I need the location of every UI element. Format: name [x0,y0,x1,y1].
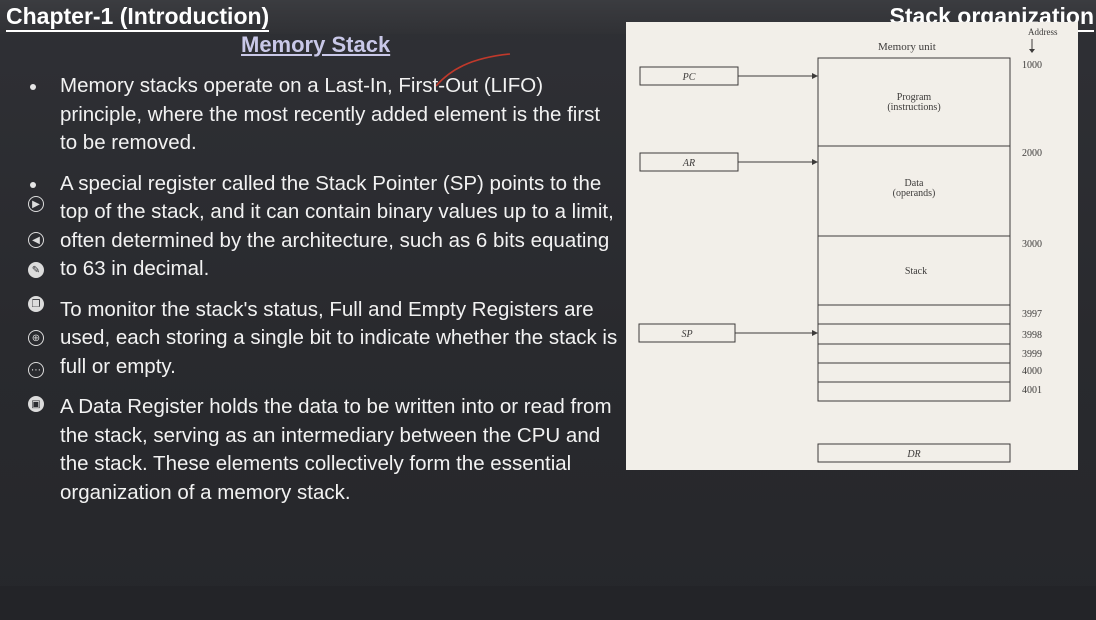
address-2000: 2000 [1022,148,1042,159]
bullet-item-data-register: A Data Register holds the data to be wri… [22,393,622,507]
bullet-text: To monitor the stack's status, Full and … [60,297,618,378]
ar-register-label: AR [682,158,695,169]
ar-arrowhead-icon [812,159,818,165]
memory-unit-label: Memory unit [878,41,936,53]
bullet-text: Memory stacks operate on a Last-In, Firs… [60,74,601,154]
address-1000: 1000 [1022,60,1042,71]
chapter-title: Chapter-1 (Introduction) [6,2,270,32]
pc-register-label: PC [682,72,696,83]
gallery-icon[interactable]: ▣ [28,396,44,412]
zoom-icon[interactable]: ⊕ [28,330,44,346]
dr-register-label: DR [906,449,920,460]
memory-layout-svg: Memory unit Address Program (instruction… [638,27,1058,463]
more-options-icon[interactable]: ⋯ [28,362,44,378]
address-3998: 3998 [1022,330,1042,341]
address-3000: 3000 [1022,239,1042,250]
bullet-text: A Data Register holds the data to be wri… [60,395,612,504]
address-4001: 4001 [1022,385,1042,396]
presentation-slide: Chapter-1 (Introduction) Stack organizat… [0,0,1096,620]
back-icon[interactable]: ◀ [28,232,44,248]
bullet-item-full-empty: To monitor the stack's status, Full and … [22,296,622,382]
address-arrowhead-icon [1029,49,1035,53]
sp-register-label: SP [681,329,692,340]
bullet-list: Memory stacks operate on a Last-In, Firs… [22,72,622,519]
bullet-dot-icon [30,84,36,90]
pc-arrowhead-icon [812,73,818,79]
bullet-item-lifo: Memory stacks operate on a Last-In, Firs… [22,72,622,158]
copy-icon[interactable]: ❐ [28,296,44,312]
address-3997: 3997 [1022,309,1042,320]
stack-label: Stack [905,266,927,277]
bullet-dot-icon [30,181,36,188]
address-4000: 4000 [1022,366,1042,377]
address-label: Address [1028,27,1058,37]
address-3999: 3999 [1022,349,1042,360]
slide-subtitle: Memory Stack [241,32,391,57]
sp-arrowhead-icon [812,330,818,336]
bullet-text: A special register called the Stack Poin… [60,171,614,281]
stack-organization-diagram: Memory unit Address Program (instruction… [626,22,1078,470]
bullet-item-stack-pointer: A special register called the Stack Poin… [22,170,622,284]
slide-footer-band [0,586,1096,620]
data-sub-label: (operands) [893,188,936,199]
program-sub-label: (instructions) [887,102,940,113]
pen-icon[interactable]: ✎ [28,262,44,278]
play-icon[interactable]: ▶ [28,196,44,212]
